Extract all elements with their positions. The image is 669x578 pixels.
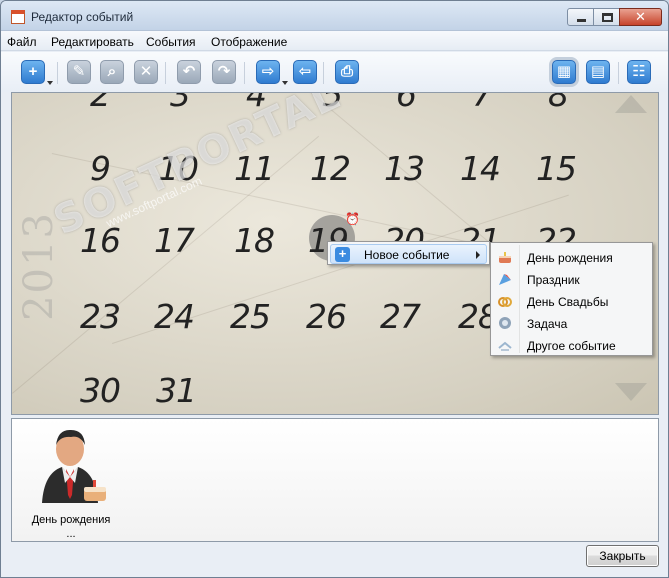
toolbar-separator — [57, 62, 58, 84]
week-view-button[interactable]: ▤ — [586, 60, 610, 84]
toolbar-separator — [618, 62, 619, 84]
calendar-day[interactable]: 12 — [310, 149, 351, 188]
new-event-submenu: День рождения Праздник День Свадьбы Зада… — [490, 242, 653, 356]
minimize-icon — [577, 19, 586, 22]
plus-icon: + — [335, 247, 350, 262]
other-event-icon — [498, 341, 512, 351]
window-title: Редактор событий — [31, 10, 134, 24]
calendar-app-icon — [11, 10, 25, 24]
new-event-menu-item[interactable]: + Новое событие — [330, 244, 487, 264]
calendar-day[interactable]: 8 — [548, 93, 569, 114]
edit-event-button[interactable]: ✎ — [67, 60, 91, 84]
toolbar: + ✎ ⌕ ✕ ↶ ↷ ⇨ ⇦ ⎙ ▦ ▤ ☷ — [1, 52, 668, 92]
submenu-item-task[interactable]: Задача — [493, 312, 650, 334]
title-bar[interactable]: Редактор событий ✕ — [1, 1, 668, 31]
close-button[interactable]: Закрыть — [586, 545, 659, 567]
dropdown-arrow-icon — [282, 81, 288, 85]
scroll-up-arrow-icon[interactable] — [615, 95, 647, 113]
task-icon — [499, 317, 511, 329]
calendar-day[interactable]: 18 — [234, 221, 275, 260]
calendar-day[interactable]: 14 — [460, 149, 501, 188]
menu-file[interactable]: Файл — [7, 35, 37, 49]
month-view-button[interactable]: ▦ — [552, 60, 576, 84]
menu-edit[interactable]: Редактировать — [51, 35, 134, 49]
add-event-button[interactable]: + — [21, 60, 53, 85]
calendar-day[interactable]: 24 — [154, 297, 195, 336]
events-panel: День рождения ... — [11, 418, 659, 542]
window-controls: ✕ — [567, 8, 662, 26]
calendar-day[interactable]: 3 — [170, 93, 191, 114]
context-menu: + Новое событие — [327, 241, 490, 265]
toolbar-separator — [165, 62, 166, 84]
maximize-button[interactable] — [593, 8, 620, 26]
minimize-button[interactable] — [567, 8, 594, 26]
menu-events[interactable]: События — [146, 35, 196, 49]
wedding-rings-icon — [498, 297, 512, 307]
calendar-day[interactable]: 30 — [80, 371, 121, 410]
person-avatar-icon — [42, 429, 106, 503]
holiday-icon — [499, 274, 511, 285]
export-button[interactable]: ⇨ — [256, 60, 288, 85]
menu-bar: Файл Редактировать События Отображение — [1, 31, 668, 51]
calendar-day[interactable]: 13 — [384, 149, 425, 188]
calendar-day[interactable]: 6 — [396, 93, 417, 114]
scroll-down-arrow-icon[interactable] — [615, 383, 647, 401]
redo-button[interactable]: ↷ — [212, 60, 236, 84]
calendar-day[interactable]: 31 — [156, 371, 197, 410]
delete-event-button[interactable]: ✕ — [134, 60, 158, 84]
new-event-label: Новое событие — [364, 248, 450, 262]
calendar-day[interactable]: 2 — [90, 93, 111, 114]
submenu-item-holiday[interactable]: Праздник — [493, 268, 650, 290]
close-icon: ✕ — [635, 9, 646, 24]
import-button[interactable]: ⇦ — [293, 60, 317, 84]
calendar-day[interactable]: 25 — [230, 297, 271, 336]
calendar-day[interactable]: 17 — [154, 221, 195, 260]
dropdown-arrow-icon — [47, 81, 53, 85]
maximize-icon — [602, 13, 613, 22]
year-label: 2013 — [15, 211, 62, 321]
toolbar-separator — [323, 62, 324, 84]
menu-view[interactable]: Отображение — [211, 35, 287, 49]
calendar-day[interactable]: 27 — [380, 297, 421, 336]
submenu-item-birthday[interactable]: День рождения — [493, 246, 650, 268]
find-event-button[interactable]: ⌕ — [100, 60, 124, 84]
birthday-cake-icon — [499, 252, 511, 263]
calendar-day[interactable]: 26 — [306, 297, 347, 336]
submenu-arrow-icon — [476, 251, 480, 259]
calendar-day[interactable]: 15 — [536, 149, 577, 188]
event-editor-window: Редактор событий ✕ Файл Редактировать Со… — [0, 0, 669, 578]
undo-button[interactable]: ↶ — [177, 60, 201, 84]
event-label: День рождения ... — [31, 514, 111, 540]
submenu-item-wedding[interactable]: День Свадьбы — [493, 290, 650, 312]
tree-view-button[interactable]: ☷ — [627, 60, 651, 84]
submenu-item-other[interactable]: Другое событие — [493, 334, 650, 356]
event-tile[interactable]: День рождения ... — [26, 425, 116, 540]
toolbar-separator — [244, 62, 245, 84]
calendar-day[interactable]: 23 — [80, 297, 121, 336]
print-button[interactable]: ⎙ — [335, 60, 359, 84]
close-window-button[interactable]: ✕ — [619, 8, 662, 26]
calendar-day[interactable]: 7 — [472, 93, 493, 114]
